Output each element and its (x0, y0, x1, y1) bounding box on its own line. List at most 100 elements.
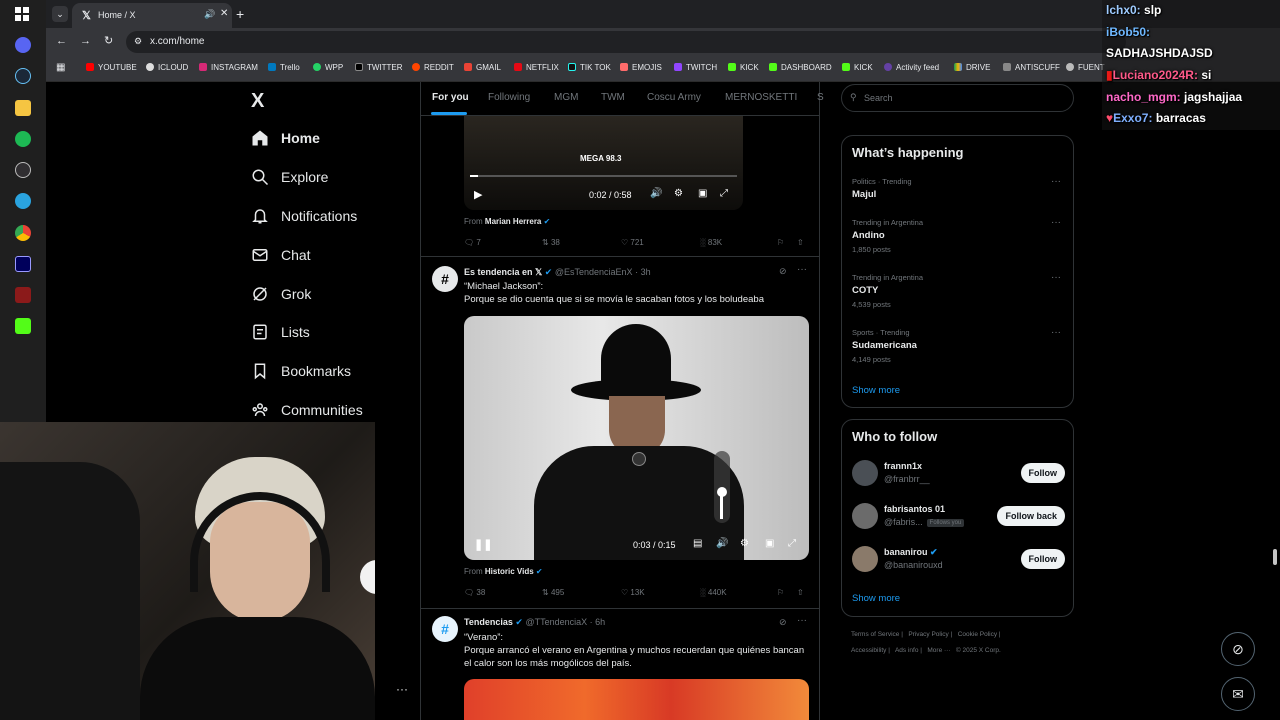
share-icon[interactable]: ⇧ (797, 238, 804, 247)
reply-button[interactable]: 🗨 38 (464, 588, 485, 597)
folder-icon[interactable] (15, 100, 31, 116)
avatar[interactable] (852, 460, 878, 486)
bookmark-emojis[interactable]: EMOJIS (620, 63, 662, 72)
follow-button[interactable]: Follow (1020, 549, 1065, 569)
volume-icon[interactable]: 🔊 (716, 538, 728, 549)
play-icon[interactable]: ▶ (474, 188, 482, 201)
trend-more-icon[interactable]: ··· (1051, 327, 1061, 338)
volume-icon[interactable]: 🔊 (650, 188, 662, 199)
footer-terms[interactable]: Terms of Service (851, 631, 899, 638)
bookmark-instagram[interactable]: INSTAGRAM (199, 63, 258, 72)
settings-icon[interactable]: ⚙ (674, 188, 683, 199)
telegram-icon[interactable] (15, 193, 31, 209)
footer-cookie[interactable]: Cookie Policy (958, 631, 997, 638)
kick-icon[interactable] (15, 318, 31, 334)
browser-tab[interactable]: 𝕏 Home / X 🔊 ✕ (72, 3, 232, 28)
trend-name[interactable]: Sudamericana (852, 340, 917, 351)
follow-button[interactable]: Follow (1020, 463, 1065, 483)
repost-button[interactable]: ⇅ 38 (542, 238, 560, 247)
views-button[interactable]: ░ 440K (700, 588, 727, 597)
nav-chat[interactable]: Chat (251, 241, 311, 269)
post3-image[interactable] (464, 679, 809, 720)
bookmark-netflix[interactable]: NETFLIX (514, 63, 559, 72)
pause-icon[interactable]: ❚❚ (474, 538, 492, 551)
video-progress-bar[interactable] (470, 175, 737, 177)
bookmark-fuent[interactable]: FUENT (1066, 63, 1105, 72)
suggestion-name[interactable]: fabrisantos 01 (884, 504, 945, 514)
search-input[interactable]: ⚲ Search (841, 84, 1074, 112)
x-logo[interactable]: X (251, 90, 264, 113)
settings-icon[interactable]: ⚙ (740, 538, 749, 549)
tab-coscu-army[interactable]: Coscu Army (647, 92, 701, 103)
tab-twm[interactable]: TWM (601, 92, 625, 103)
share-icon[interactable]: ⇧ (797, 588, 804, 597)
trend-more-icon[interactable]: ··· (1051, 176, 1061, 187)
footer-accessibility[interactable]: Accessibility (851, 647, 886, 654)
nav-communities[interactable]: Communities (251, 396, 363, 424)
tab-mgm[interactable]: MGM (554, 92, 578, 103)
reply-button[interactable]: 🗨 7 (464, 238, 481, 247)
nav-home[interactable]: Home (251, 124, 320, 152)
bookmark-wpp[interactable]: WPP (313, 63, 343, 72)
tab-for-you[interactable]: For you (432, 92, 469, 103)
repost-button[interactable]: ⇅ 495 (542, 588, 564, 597)
like-button[interactable]: ♡ 721 (621, 238, 644, 247)
close-tab-icon[interactable]: ✕ (220, 8, 228, 19)
bookmark-twitch[interactable]: TWITCH (674, 63, 717, 72)
nav-lists[interactable]: Lists (251, 318, 310, 346)
post2-source-name[interactable]: Historic Vids (485, 567, 534, 576)
new-tab-button[interactable]: + (236, 6, 244, 22)
nav-explore[interactable]: Explore (251, 163, 328, 191)
suggestion-name[interactable]: frannn1x (884, 461, 922, 471)
bookmark-icloud[interactable]: ICLOUD (146, 63, 188, 72)
omnibox[interactable]: ⚙ (126, 31, 1126, 53)
trends-show-more[interactable]: Show more (852, 385, 900, 396)
mute-tab-icon[interactable]: 🔊 (204, 9, 215, 20)
trend-more-icon[interactable]: ··· (1051, 217, 1061, 228)
nav-notifications[interactable]: Notifications (251, 202, 357, 230)
trend-name[interactable]: Andino (852, 230, 885, 241)
tab-s[interactable]: S (817, 92, 824, 103)
bookmark-kick[interactable]: KICK (728, 63, 759, 72)
site-info-icon[interactable]: ⚙ (134, 36, 142, 47)
steam-icon[interactable] (15, 68, 31, 84)
bookmark-trello[interactable]: Trello (268, 63, 300, 72)
forward-icon[interactable]: → (80, 35, 91, 47)
bookmark-tiktok[interactable]: TIK TOK (568, 63, 611, 72)
tab-list-button[interactable]: ⌄ (52, 6, 68, 22)
captions-icon[interactable]: ▤ (693, 538, 702, 549)
tab-mernosketti[interactable]: MERNOSKETTI (725, 92, 797, 103)
account-more-icon[interactable]: ··· (396, 682, 408, 696)
bookmark-post-icon[interactable]: ⚐ (777, 588, 784, 597)
post2-author[interactable]: Es tendencia en 𝕏 (464, 267, 542, 277)
nav-bookmarks[interactable]: Bookmarks (251, 357, 351, 385)
post2-handle[interactable]: @EsTendenciaEnX (555, 267, 633, 277)
bookmark-youtube[interactable]: YOUTUBE (86, 63, 137, 72)
footer-privacy[interactable]: Privacy Policy (908, 631, 948, 638)
scrollbar-thumb[interactable] (1273, 549, 1277, 565)
back-icon[interactable]: ← (56, 35, 67, 47)
post3-time[interactable]: 6h (595, 617, 605, 627)
post-more-icon[interactable]: ··· (797, 264, 807, 275)
post3-avatar[interactable]: # (432, 616, 458, 642)
bookmark-twitter[interactable]: TWITTER (355, 63, 403, 72)
messages-fab-button[interactable]: ✉ (1221, 677, 1255, 711)
apps-icon[interactable]: ▦ (56, 62, 65, 73)
post2-avatar[interactable]: # (432, 266, 458, 292)
bookmark-kick-2[interactable]: KICK (842, 63, 873, 72)
fullscreen-icon[interactable]: ⤢ (720, 188, 728, 199)
bookmark-gmail[interactable]: GMAIL (464, 63, 501, 72)
post3-handle[interactable]: @TTendenciaX (525, 617, 587, 627)
premiere-icon[interactable] (15, 256, 31, 272)
bookmark-reddit[interactable]: REDDIT (412, 63, 454, 72)
reload-icon[interactable]: ↻ (104, 34, 113, 47)
bookmark-post-icon[interactable]: ⚐ (777, 238, 784, 247)
footer-ads-info[interactable]: Ads info (895, 647, 919, 654)
obs-icon[interactable] (15, 162, 31, 178)
grok-post-icon[interactable]: ⊘ (779, 266, 787, 277)
discord-icon[interactable] (15, 37, 31, 53)
footer-more[interactable]: More ··· (927, 647, 950, 654)
volume-slider-knob[interactable] (717, 487, 727, 497)
chrome-icon[interactable] (15, 225, 31, 241)
suggestion-name[interactable]: bananirou (884, 547, 928, 557)
